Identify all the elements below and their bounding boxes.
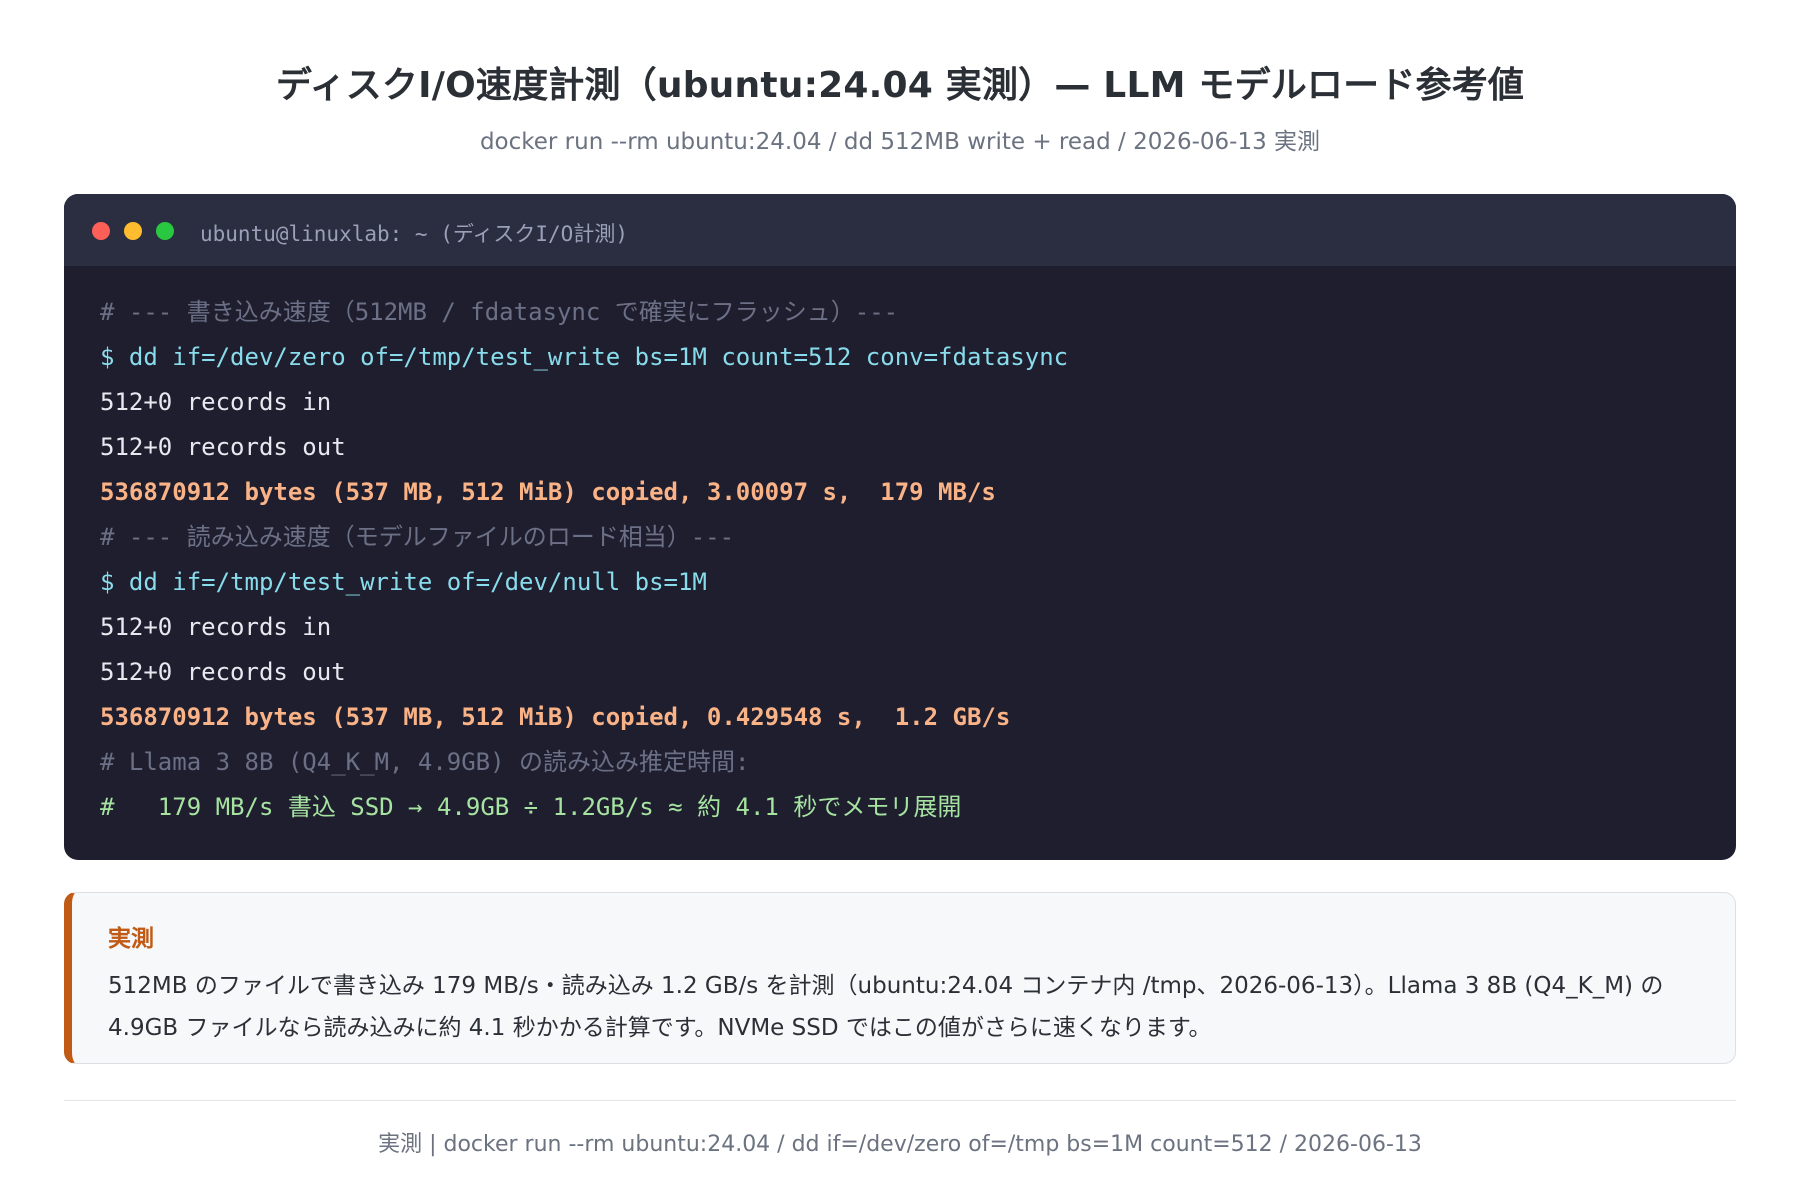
terminal-line-command: $ dd if=/dev/zero of=/tmp/test_write bs=… bbox=[100, 343, 1069, 371]
note-heading: 実測 bbox=[108, 926, 154, 952]
terminal-line-comment: # --- 読み込み速度（モデルファイルのロード相当）--- bbox=[100, 523, 735, 551]
terminal-line-result: 536870912 bytes (537 MB, 512 MiB) copied… bbox=[100, 703, 1011, 731]
measurement-note: 実測 512MB のファイルで書き込み 179 MB/s・読み込み 1.2 GB… bbox=[64, 892, 1736, 1064]
terminal-line-comment: # --- 書き込み速度（512MB / fdatasync で確実にフラッシュ… bbox=[100, 298, 899, 326]
note-text: 512MB のファイルで書き込み 179 MB/s・読み込み 1.2 GB/s … bbox=[108, 973, 1664, 1041]
terminal-line-output: 512+0 records out bbox=[100, 433, 346, 461]
terminal-output[interactable]: # --- 書き込み速度（512MB / fdatasync で確実にフラッシュ… bbox=[100, 290, 1700, 830]
terminal-line-output: 512+0 records out bbox=[100, 658, 346, 686]
terminal-line-estimate: # 179 MB/s 書込 SSD → 4.9GB ÷ 1.2GB/s ≈ 約 … bbox=[100, 793, 962, 821]
footer-divider bbox=[64, 1100, 1736, 1101]
terminal-line-output: 512+0 records in bbox=[100, 388, 332, 416]
page-subtitle: docker run --rm ubuntu:24.04 / dd 512MB … bbox=[479, 129, 1321, 155]
terminal-line-output: 512+0 records in bbox=[100, 613, 332, 641]
terminal-window[interactable]: ubuntu@linuxlab: ~ (ディスクI/O計測) # --- 書き込… bbox=[64, 194, 1736, 860]
close-window-icon[interactable] bbox=[92, 222, 110, 240]
terminal-title: ubuntu@linuxlab: ~ (ディスクI/O計測) bbox=[200, 222, 628, 246]
footer-caption: 実測 | docker run --rm ubuntu:24.04 / dd i… bbox=[378, 1132, 1422, 1157]
terminal-line-comment: # Llama 3 8B (Q4_K_M, 4.9GB) の読み込み推定時間: bbox=[100, 748, 750, 776]
minimize-window-icon[interactable] bbox=[124, 222, 142, 240]
maximize-window-icon[interactable] bbox=[156, 222, 174, 240]
page: ディスクI/O速度計測（ubuntu:24.04 実測）— LLM モデルロード… bbox=[0, 0, 1800, 1192]
page-title: ディスクI/O速度計測（ubuntu:24.04 実測）— LLM モデルロード… bbox=[275, 65, 1525, 106]
terminal-line-command: $ dd if=/tmp/test_write of=/dev/null bs=… bbox=[100, 568, 707, 596]
terminal-line-result: 536870912 bytes (537 MB, 512 MiB) copied… bbox=[100, 478, 996, 506]
terminal-titlebar: ubuntu@linuxlab: ~ (ディスクI/O計測) bbox=[64, 194, 1736, 266]
